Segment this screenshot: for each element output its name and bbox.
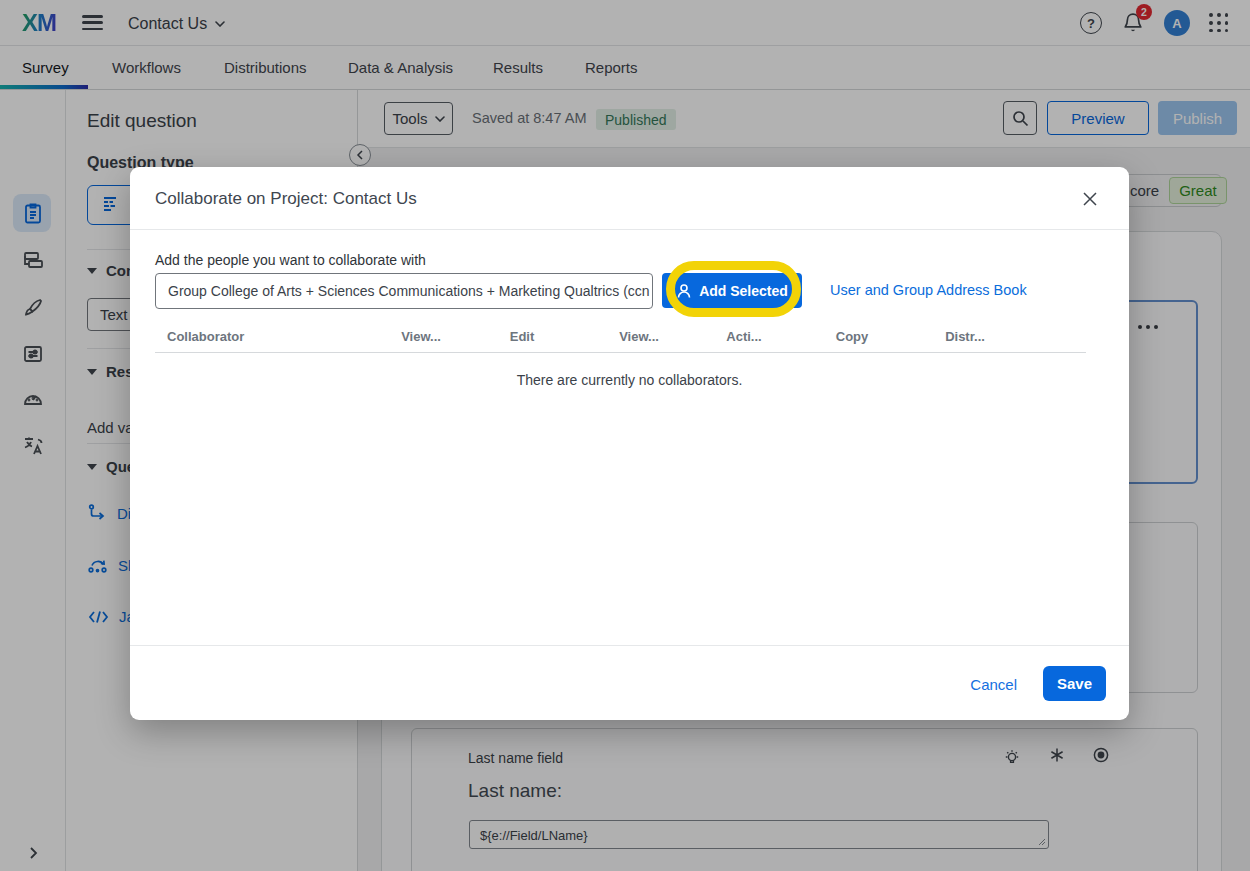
column-header-edit: Edit <box>510 329 535 344</box>
modal-title: Collaborate on Project: Contact Us <box>155 189 417 209</box>
column-header-view-2: View... <box>619 329 659 344</box>
collaborator-search-input[interactable]: Group College of Arts + Sciences Communi… <box>155 273 653 309</box>
modal-footer-divider <box>130 645 1129 646</box>
add-selected-button[interactable]: Add Selected <box>662 273 802 308</box>
column-header-distribute: Distr... <box>945 329 985 344</box>
cancel-button[interactable]: Cancel <box>970 676 1017 693</box>
column-header-collaborator: Collaborator <box>167 329 244 344</box>
qualtrics-survey-editor: XM Contact Us ? 2 A Survey Workflows Dis… <box>0 0 1250 871</box>
column-header-copy: Copy <box>836 329 869 344</box>
collaborate-input-label: Add the people you want to collaborate w… <box>155 252 426 268</box>
table-header-divider <box>155 352 1086 353</box>
column-header-activate: Acti... <box>726 329 761 344</box>
column-header-view-1: View... <box>401 329 441 344</box>
collaborate-modal: Collaborate on Project: Contact Us Add t… <box>130 167 1129 720</box>
close-icon[interactable] <box>1074 183 1106 215</box>
empty-collaborators-message: There are currently no collaborators. <box>130 372 1129 388</box>
person-icon <box>676 283 692 299</box>
address-book-link[interactable]: User and Group Address Book <box>830 282 1027 298</box>
save-button[interactable]: Save <box>1043 666 1106 701</box>
modal-header: Collaborate on Project: Contact Us <box>130 167 1129 230</box>
